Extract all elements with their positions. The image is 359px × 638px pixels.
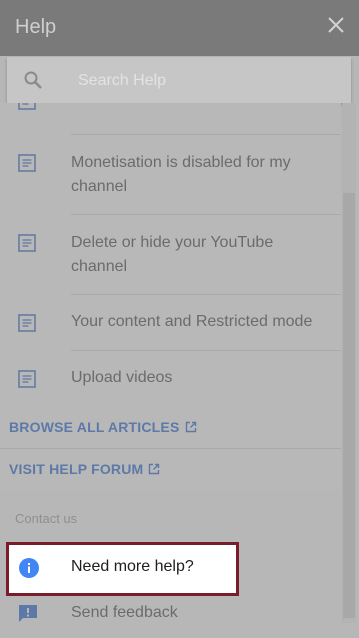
article-icon <box>18 370 36 388</box>
article-icon <box>18 234 36 252</box>
send-feedback-label: Send feedback <box>71 604 178 621</box>
visit-help-forum-link[interactable]: VISIT HELP FORUM <box>9 461 160 477</box>
article-icon <box>18 314 36 332</box>
article-item[interactable]: Your content and Restricted mode <box>0 295 341 351</box>
article-item[interactable]: Delete or hide your YouTube channel <box>0 215 341 295</box>
need-more-help-label: Need more help? <box>71 558 194 575</box>
help-title: Help <box>15 16 57 38</box>
send-feedback-button[interactable]: Send feedback <box>0 597 341 633</box>
article-item-partial[interactable] <box>0 103 341 113</box>
scrollbar-thumb[interactable] <box>343 193 355 618</box>
open-in-new-icon <box>185 421 196 433</box>
article-icon <box>18 103 36 110</box>
visit-forum-label: VISIT HELP FORUM <box>9 461 144 477</box>
article-label: Your content and Restricted mode <box>71 313 313 330</box>
contact-us-heading: Contact us <box>15 511 78 526</box>
need-more-help-button[interactable]: Need more help? <box>6 542 239 596</box>
search-icon[interactable] <box>23 70 43 90</box>
article-item[interactable]: Upload videos <box>0 351 341 407</box>
article-icon <box>18 154 36 172</box>
close-icon[interactable] <box>327 16 345 34</box>
feedback-icon <box>19 605 37 622</box>
help-header: Help <box>0 0 359 56</box>
article-label: Delete or hide your YouTube channel <box>71 234 274 275</box>
article-label: Monetisation is disabled for my channel <box>71 154 291 195</box>
article-list: Monetisation is disabled for my channel … <box>0 103 341 490</box>
browse-all-articles-link[interactable]: BROWSE ALL ARTICLES <box>9 419 197 435</box>
article-item[interactable]: Monetisation is disabled for my channel <box>0 135 341 215</box>
info-icon <box>19 558 39 578</box>
open-in-new-icon <box>149 463 160 475</box>
divider <box>0 448 341 449</box>
article-label: Upload videos <box>71 369 173 386</box>
search-bar[interactable] <box>7 57 351 103</box>
browse-all-label: BROWSE ALL ARTICLES <box>9 419 180 435</box>
search-input[interactable] <box>78 71 338 91</box>
